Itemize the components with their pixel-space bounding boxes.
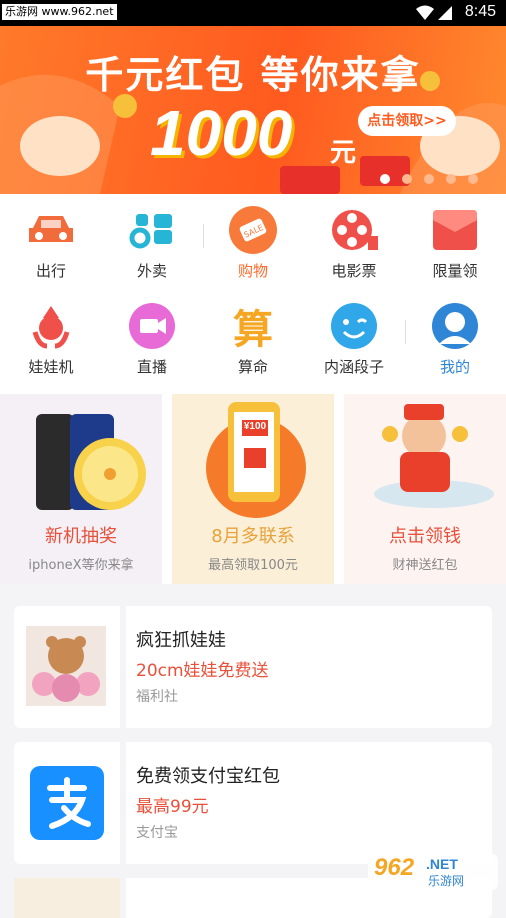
phone-lottery-illustration [36,414,146,510]
carousel-dot[interactable] [468,174,478,184]
card-highlight: 20cm娃娃免费送 [136,661,269,681]
promo-row: 新机抽奖 iphoneX等你来拿 ¥100 8月多联系 最高领取100元 点击领… [0,394,506,584]
grid-item-jokes[interactable]: 内涵段子 [304,290,404,386]
carousel-dots[interactable] [380,174,478,184]
carousel-dot[interactable] [402,174,412,184]
smiley-face-icon [330,302,378,350]
shopping-tag-icon: SALE [229,206,277,254]
card-title: 疯狂抓娃娃 [136,630,226,651]
service-grid: 出行 外卖 SALE 购物 电影票 限量领 娃娃机 直播 算 算命 内涵段子 我… [0,194,506,394]
phone-cash-illustration [206,402,306,518]
grid-item-label: 电影票 [331,262,377,280]
feed-card[interactable]: 免费领支付宝红包 最高99元 支付宝 [14,742,492,864]
red-envelope-icon [431,206,479,254]
carousel-dot[interactable] [446,174,456,184]
card-thumbnail [14,878,126,918]
claw-machine-icon [27,302,75,350]
grid-item-label: 我的 [439,358,470,376]
site-watermark-logo: 962 .NET 乐游网 [368,852,498,892]
grid-item-fortune[interactable]: 算 算命 [203,290,303,386]
alipay-thumbnail [14,742,126,864]
promo-subtitle: iphoneX等你来拿 [28,558,134,573]
grid-item-label: 出行 [35,262,66,280]
promo-subtitle: 财神送红包 [392,558,458,573]
grid-item-label: 外卖 [136,262,167,280]
fortune-character-icon: 算 [229,302,277,353]
grid-item-movie[interactable]: 电影票 [304,194,404,290]
carousel-dot[interactable] [424,174,434,184]
status-bar: 乐游网 www.962.net 8:45 [0,0,506,26]
grid-item-shopping[interactable]: SALE 购物 [203,194,303,290]
grid-item-live[interactable]: 直播 [102,290,202,386]
feed-card[interactable]: 疯狂抓娃娃 20cm娃娃免费送 福利社 [14,606,492,728]
card-source: 支付宝 [136,825,178,841]
grid-item-travel[interactable]: 出行 [1,194,101,290]
car-icon [27,206,75,254]
promo-card-newphone[interactable]: 新机抽奖 iphoneX等你来拿 [0,394,162,584]
promo-subtitle: 最高领取100元 [208,558,298,573]
card-highlight: 最高99元 [136,797,209,817]
watermark-brand: 962 [374,854,415,881]
watermark-tld: .NET [426,856,458,872]
grid-item-label: 内涵段子 [323,358,384,376]
grid-item-label: 直播 [136,358,167,376]
video-camera-icon [128,302,176,350]
promo-title: 新机抽奖 [45,526,117,547]
banner-title: 千元红包 等你来拿 [85,53,421,97]
card-source: 福利社 [136,689,178,705]
grid-item-limited[interactable]: 限量领 [405,194,505,290]
user-avatar-icon [431,302,479,350]
delivery-icon [128,206,176,254]
banner-amount: 1000 [150,97,293,169]
watermark-name: 乐游网 [428,874,465,888]
grid-item-label: 算命 [237,358,268,376]
plush-toys-thumbnail [14,606,126,728]
claim-button[interactable]: 点击领取>> [358,106,456,136]
money-god-illustration [374,404,494,508]
grid-item-label: 购物 [237,262,268,280]
wifi-icon [416,5,434,20]
banner-unit: 元 [330,138,357,168]
grid-item-label: 娃娃机 [28,358,74,376]
signal-icon [438,6,452,20]
promo-title: 点击领钱 [389,526,461,547]
promo-card-money-god[interactable]: 点击领钱 财神送红包 [344,394,506,584]
grid-item-claw[interactable]: 娃娃机 [1,290,101,386]
promo-title: 8月多联系 [211,526,295,547]
fortune-glyph: 算 [233,307,273,353]
grid-item-label: 限量领 [432,262,478,280]
card-title: 免费领支付宝红包 [136,766,280,787]
clock: 8:45 [464,3,496,20]
promo-banner[interactable]: 千元红包 等你来拿 1000 元 点击领取>> [0,26,506,194]
grid-item-mine[interactable]: 我的 [405,290,505,386]
badge-text: ¥100 [243,421,267,432]
film-reel-icon [330,206,378,254]
grid-item-delivery[interactable]: 外卖 [102,194,202,290]
alipay-icon [30,766,104,840]
promo-card-august[interactable]: ¥100 8月多联系 最高领取100元 [172,394,334,584]
watermark-label: 乐游网 www.962.net [2,4,117,20]
carousel-dot[interactable] [380,174,390,184]
